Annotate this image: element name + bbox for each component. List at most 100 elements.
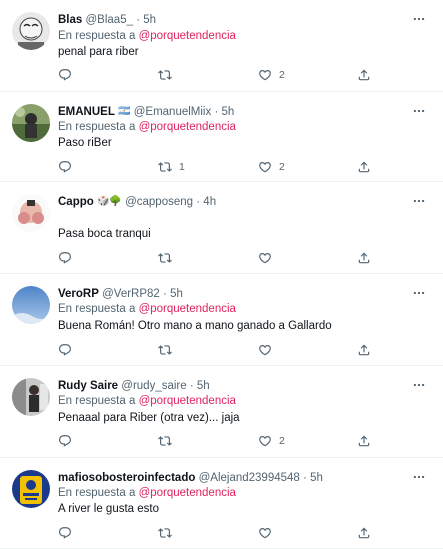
reply-button[interactable]	[58, 524, 72, 542]
display-name[interactable]: EMANUEL	[58, 106, 115, 118]
tweet-actions: 2	[58, 432, 429, 450]
user-handle[interactable]: @rudy_saire	[121, 380, 186, 392]
retweet-button[interactable]	[158, 341, 172, 359]
like-button[interactable]: 2	[258, 158, 285, 176]
reply-tweet[interactable]: Cappo 🎲🌳 @capposeng · 4h Pasa boca tranqu…	[0, 182, 443, 274]
tweet-header: mafiosobosteroinfectado @Alejand23994548…	[58, 470, 403, 486]
avatar[interactable]	[12, 286, 50, 324]
display-name[interactable]: Rudy Saire	[58, 380, 118, 392]
tweet-header: Cappo 🎲🌳 @capposeng · 4h	[58, 194, 403, 210]
share-button[interactable]	[357, 432, 371, 450]
tweet-actions	[58, 524, 429, 542]
reply-button[interactable]	[58, 249, 72, 267]
retweet-button[interactable]	[158, 432, 172, 450]
reply-tweet[interactable]: VeroRP @VerRP82 · 5h En respuesta a @porq…	[0, 274, 443, 366]
display-name[interactable]: mafiosobosteroinfectado	[58, 472, 195, 484]
retweet-button[interactable]	[158, 524, 172, 542]
more-icon[interactable]	[409, 284, 429, 302]
more-icon[interactable]	[409, 468, 429, 486]
reply-tweet[interactable]: Rudy Saire @rudy_saire · 5h En respuesta …	[0, 366, 443, 458]
avatar[interactable]	[12, 378, 50, 416]
avatar[interactable]	[12, 470, 50, 508]
user-handle[interactable]: @EmanuelMiix	[134, 106, 212, 118]
separator-dot: ·	[163, 288, 167, 300]
reply-button[interactable]	[58, 66, 72, 84]
like-icon	[258, 434, 272, 448]
tweet-actions: 2	[58, 66, 429, 84]
retweet-button[interactable]: 1	[158, 158, 185, 176]
share-icon	[357, 434, 371, 448]
share-button[interactable]	[357, 524, 371, 542]
user-handle[interactable]: @VerRP82	[102, 288, 160, 300]
reply-context: En respuesta a @porquetendencia	[58, 301, 236, 317]
reply-icon	[58, 160, 72, 174]
share-icon	[357, 526, 371, 540]
like-button[interactable]	[258, 249, 272, 267]
reply-context: En respuesta a @porquetendencia	[58, 119, 236, 135]
avatar[interactable]	[12, 12, 50, 50]
reply-prefix: En respuesta a	[58, 487, 136, 499]
more-icon[interactable]	[409, 10, 429, 28]
timestamp[interactable]: 5h	[222, 106, 235, 118]
reply-icon	[58, 343, 72, 357]
mention-link[interactable]: @porquetendencia	[139, 395, 236, 407]
user-handle[interactable]: @capposeng	[125, 196, 193, 208]
tweet-header: EMANUEL 🇦🇷 @EmanuelMiix · 5h	[58, 104, 403, 120]
reply-tweet[interactable]: Blas @Blaa5_ · 5h En respuesta a @porquet…	[0, 0, 443, 92]
reply-icon	[58, 68, 72, 82]
like-count: 2	[279, 69, 285, 81]
reply-context: En respuesta a @porquetendencia	[58, 393, 236, 409]
user-handle[interactable]: @Blaa5_	[86, 14, 133, 26]
timestamp[interactable]: 5h	[170, 288, 183, 300]
separator-dot: ·	[303, 472, 307, 484]
retweet-icon	[158, 68, 172, 82]
reply-tweet[interactable]: mafiosobosteroinfectado @Alejand23994548…	[0, 458, 443, 549]
like-icon	[258, 68, 272, 82]
more-icon[interactable]	[409, 192, 429, 210]
retweet-icon	[158, 160, 172, 174]
share-button[interactable]	[357, 66, 371, 84]
retweet-button[interactable]	[158, 249, 172, 267]
like-button[interactable]: 2	[258, 432, 285, 450]
more-icon[interactable]	[409, 376, 429, 394]
separator-dot: ·	[196, 196, 201, 208]
more-icon[interactable]	[409, 102, 429, 120]
separator-dot: ·	[136, 14, 141, 26]
mention-link[interactable]: @porquetendencia	[139, 30, 236, 42]
timestamp[interactable]: 5h	[143, 14, 156, 26]
mention-link[interactable]: @porquetendencia	[139, 121, 236, 133]
like-button[interactable]	[258, 341, 272, 359]
display-name[interactable]: VeroRP	[58, 288, 99, 300]
share-button[interactable]	[357, 249, 371, 267]
retweet-button[interactable]	[158, 66, 172, 84]
name-emoji: 🎲🌳	[96, 196, 122, 207]
share-button[interactable]	[357, 158, 371, 176]
timestamp[interactable]: 5h	[197, 380, 210, 392]
reply-button[interactable]	[58, 158, 72, 176]
reply-context: En respuesta a @porquetendencia	[58, 28, 236, 44]
like-button[interactable]: 2	[258, 66, 285, 84]
display-name[interactable]: Cappo	[58, 196, 94, 208]
timestamp[interactable]: 4h	[203, 196, 216, 208]
reply-button[interactable]	[58, 432, 72, 450]
reply-button[interactable]	[58, 341, 72, 359]
mention-link[interactable]: @porquetendencia	[139, 487, 236, 499]
avatar[interactable]	[12, 194, 50, 232]
separator-dot: ·	[189, 380, 194, 392]
share-button[interactable]	[357, 341, 371, 359]
user-handle[interactable]: @Alejand23994548	[199, 472, 300, 484]
like-button[interactable]	[258, 524, 272, 542]
reply-tweet[interactable]: EMANUEL 🇦🇷 @EmanuelMiix · 5h En respuesta…	[0, 92, 443, 182]
mention-link[interactable]: @porquetendencia	[139, 303, 236, 315]
reply-prefix: En respuesta a	[58, 303, 136, 315]
reply-prefix: En respuesta a	[58, 121, 136, 133]
timestamp[interactable]: 5h	[310, 472, 323, 484]
avatar[interactable]	[12, 104, 50, 142]
like-count: 2	[279, 161, 285, 173]
display-name[interactable]: Blas	[58, 14, 82, 26]
tweet-text: penal para riber	[58, 46, 139, 58]
tweet-actions	[58, 341, 429, 359]
like-icon	[258, 526, 272, 540]
retweet-count: 1	[179, 161, 185, 173]
tweet-header: Rudy Saire @rudy_saire · 5h	[58, 378, 403, 394]
